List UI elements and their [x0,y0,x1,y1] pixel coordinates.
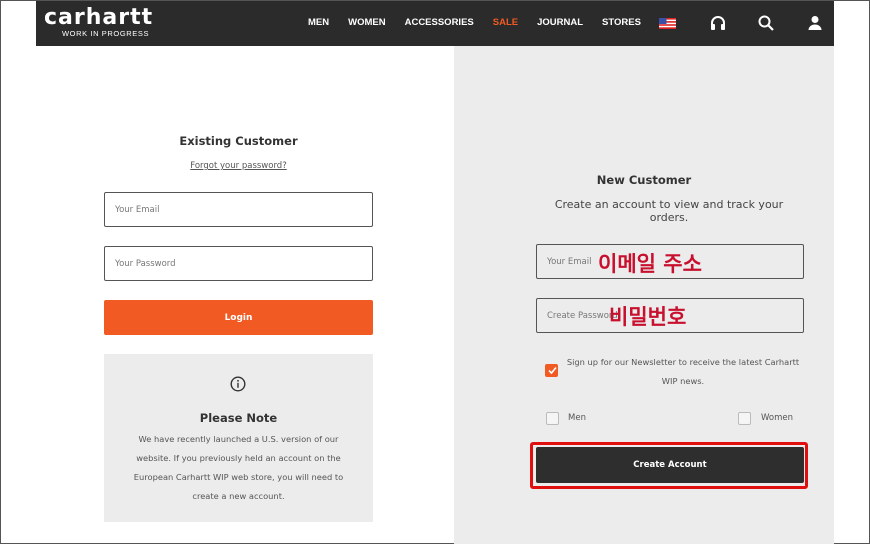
new-customer-subtitle: Create an account to view and track your… [554,198,784,224]
new-customer-title: New Customer [596,173,692,187]
password-annotation-label: 비밀번호 [609,305,687,329]
login-email-input[interactable] [104,192,373,227]
newsletter-checkbox[interactable] [545,364,558,377]
nav-stores[interactable]: STORES [602,17,641,28]
checkmark-icon [548,366,557,375]
logo-wordmark: carhartt [44,5,154,30]
please-note-title: Please Note [199,411,278,425]
men-label: Men [568,413,586,423]
email-annotation-label: 이메일 주소 [598,252,702,276]
women-checkbox[interactable] [738,412,751,425]
nav-accessories[interactable]: ACCESSORIES [405,17,474,28]
search-icon[interactable] [757,14,775,32]
logo-tagline: WORK IN PROGRESS [62,29,150,38]
us-flag-icon[interactable] [659,18,676,29]
user-icon[interactable] [806,14,824,32]
login-password-input[interactable] [104,246,373,281]
nav-journal[interactable]: JOURNAL [537,17,583,28]
newsletter-label: Sign up for our Newsletter to receive th… [566,357,800,386]
women-label: Women [761,413,794,423]
please-note-box: Please Note We have recently launched a … [104,354,373,522]
site-header: carhartt WORK IN PROGRESS MEN WOMEN ACCE… [36,1,834,46]
login-button[interactable]: Login [104,300,373,335]
info-icon [230,376,246,392]
existing-customer-title: Existing Customer [179,134,298,148]
please-note-text: We have recently launched a U.S. version… [133,434,344,501]
nav-men[interactable]: MEN [308,17,329,28]
main-nav: MEN WOMEN ACCESSORIES SALE JOURNAL STORE… [308,17,660,28]
nav-women[interactable]: WOMEN [348,17,385,28]
new-customer-section: New Customer Create an account to view a… [454,46,834,544]
headphones-icon[interactable] [709,14,727,32]
men-checkbox[interactable] [546,412,559,425]
create-account-button[interactable]: Create Account [536,447,804,483]
forgot-password-link[interactable]: Forgot your password? [104,161,373,171]
nav-sale[interactable]: SALE [493,17,518,28]
carhartt-logo[interactable]: carhartt WORK IN PROGRESS [44,5,154,39]
